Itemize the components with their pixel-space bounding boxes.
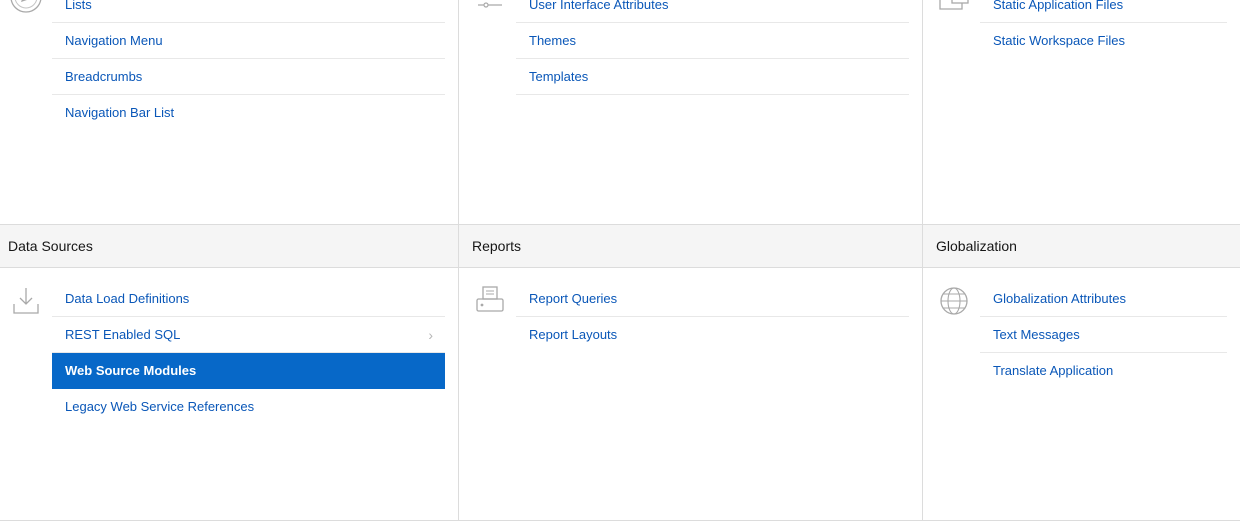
files-link-list: Static Application Files Static Workspac…: [980, 0, 1227, 59]
panel-user-interface: User Interface Attributes Themes Templat…: [459, 0, 922, 224]
section-header-data-sources: Data Sources: [0, 224, 458, 268]
link-legacy-web-service-references[interactable]: Legacy Web Service References: [52, 389, 445, 425]
globe-icon: [936, 283, 972, 319]
printer-icon: [472, 283, 508, 319]
list-item: Navigation Bar List: [52, 95, 445, 131]
section-header-globalization: Globalization: [923, 224, 1240, 268]
list-item: Navigation Menu: [52, 23, 445, 59]
list-item-selected: Web Source Modules: [52, 353, 445, 389]
link-breadcrumbs[interactable]: Breadcrumbs: [52, 59, 445, 95]
column-1: Lists Navigation Menu Breadcrumbs Naviga…: [0, 0, 459, 521]
chevron-right-icon: ›: [428, 327, 433, 343]
panel-reports: Report Queries Report Layouts: [459, 269, 922, 520]
list-item: Legacy Web Service References: [52, 389, 445, 425]
link-globalization-attributes[interactable]: Globalization Attributes: [980, 281, 1227, 317]
link-rest-enabled-sql[interactable]: REST Enabled SQL: [52, 317, 445, 353]
list-item: Templates: [516, 59, 909, 95]
download-tray-icon: [8, 283, 44, 319]
navigation-link-list: Lists Navigation Menu Breadcrumbs Naviga…: [52, 0, 445, 131]
section-title: Globalization: [936, 238, 1017, 254]
panel-files: Static Application Files Static Workspac…: [923, 0, 1240, 224]
list-item: User Interface Attributes: [516, 0, 909, 23]
list-item: Static Application Files: [980, 0, 1227, 23]
link-translate-application[interactable]: Translate Application: [980, 353, 1227, 389]
list-item: Static Workspace Files: [980, 23, 1227, 59]
panel-navigation: Lists Navigation Menu Breadcrumbs Naviga…: [0, 0, 458, 224]
list-item: Report Queries: [516, 281, 909, 317]
user-interface-link-list: User Interface Attributes Themes Templat…: [516, 0, 909, 95]
data-sources-link-list: Data Load Definitions REST Enabled SQL › …: [52, 281, 445, 425]
list-item: Report Layouts: [516, 317, 909, 353]
divider: [0, 520, 1240, 521]
link-report-layouts[interactable]: Report Layouts: [516, 317, 909, 353]
list-item: Globalization Attributes: [980, 281, 1227, 317]
list-item: REST Enabled SQL ›: [52, 317, 445, 353]
column-3: Static Application Files Static Workspac…: [923, 0, 1240, 521]
panel-globalization: Globalization Attributes Text Messages T…: [923, 269, 1240, 520]
section-title: Reports: [472, 238, 522, 254]
panel-data-sources: Data Load Definitions REST Enabled SQL › …: [0, 269, 458, 520]
link-lists[interactable]: Lists: [52, 0, 445, 23]
list-item: Data Load Definitions: [52, 281, 445, 317]
reports-link-list: Report Queries Report Layouts: [516, 281, 909, 353]
link-themes[interactable]: Themes: [516, 23, 909, 59]
compass-icon: [8, 0, 44, 15]
link-static-application-files[interactable]: Static Application Files: [980, 0, 1227, 23]
list-item: Themes: [516, 23, 909, 59]
list-item: Translate Application: [980, 353, 1227, 389]
link-navigation-bar-list[interactable]: Navigation Bar List: [52, 95, 445, 131]
link-text-messages[interactable]: Text Messages: [980, 317, 1227, 353]
link-navigation-menu[interactable]: Navigation Menu: [52, 23, 445, 59]
list-item: Breadcrumbs: [52, 59, 445, 95]
column-2: User Interface Attributes Themes Templat…: [459, 0, 923, 521]
link-web-source-modules[interactable]: Web Source Modules: [52, 353, 445, 389]
link-templates[interactable]: Templates: [516, 59, 909, 95]
files-icon: [936, 0, 972, 15]
link-report-queries[interactable]: Report Queries: [516, 281, 909, 317]
globalization-link-list: Globalization Attributes Text Messages T…: [980, 281, 1227, 389]
user-interface-icon: [472, 0, 508, 15]
list-item: Text Messages: [980, 317, 1227, 353]
section-title: Data Sources: [8, 238, 93, 254]
link-data-load-definitions[interactable]: Data Load Definitions: [52, 281, 445, 317]
link-user-interface-attributes[interactable]: User Interface Attributes: [516, 0, 909, 23]
link-static-workspace-files[interactable]: Static Workspace Files: [980, 23, 1227, 59]
section-header-reports: Reports: [459, 224, 922, 268]
list-item: Lists: [52, 0, 445, 23]
